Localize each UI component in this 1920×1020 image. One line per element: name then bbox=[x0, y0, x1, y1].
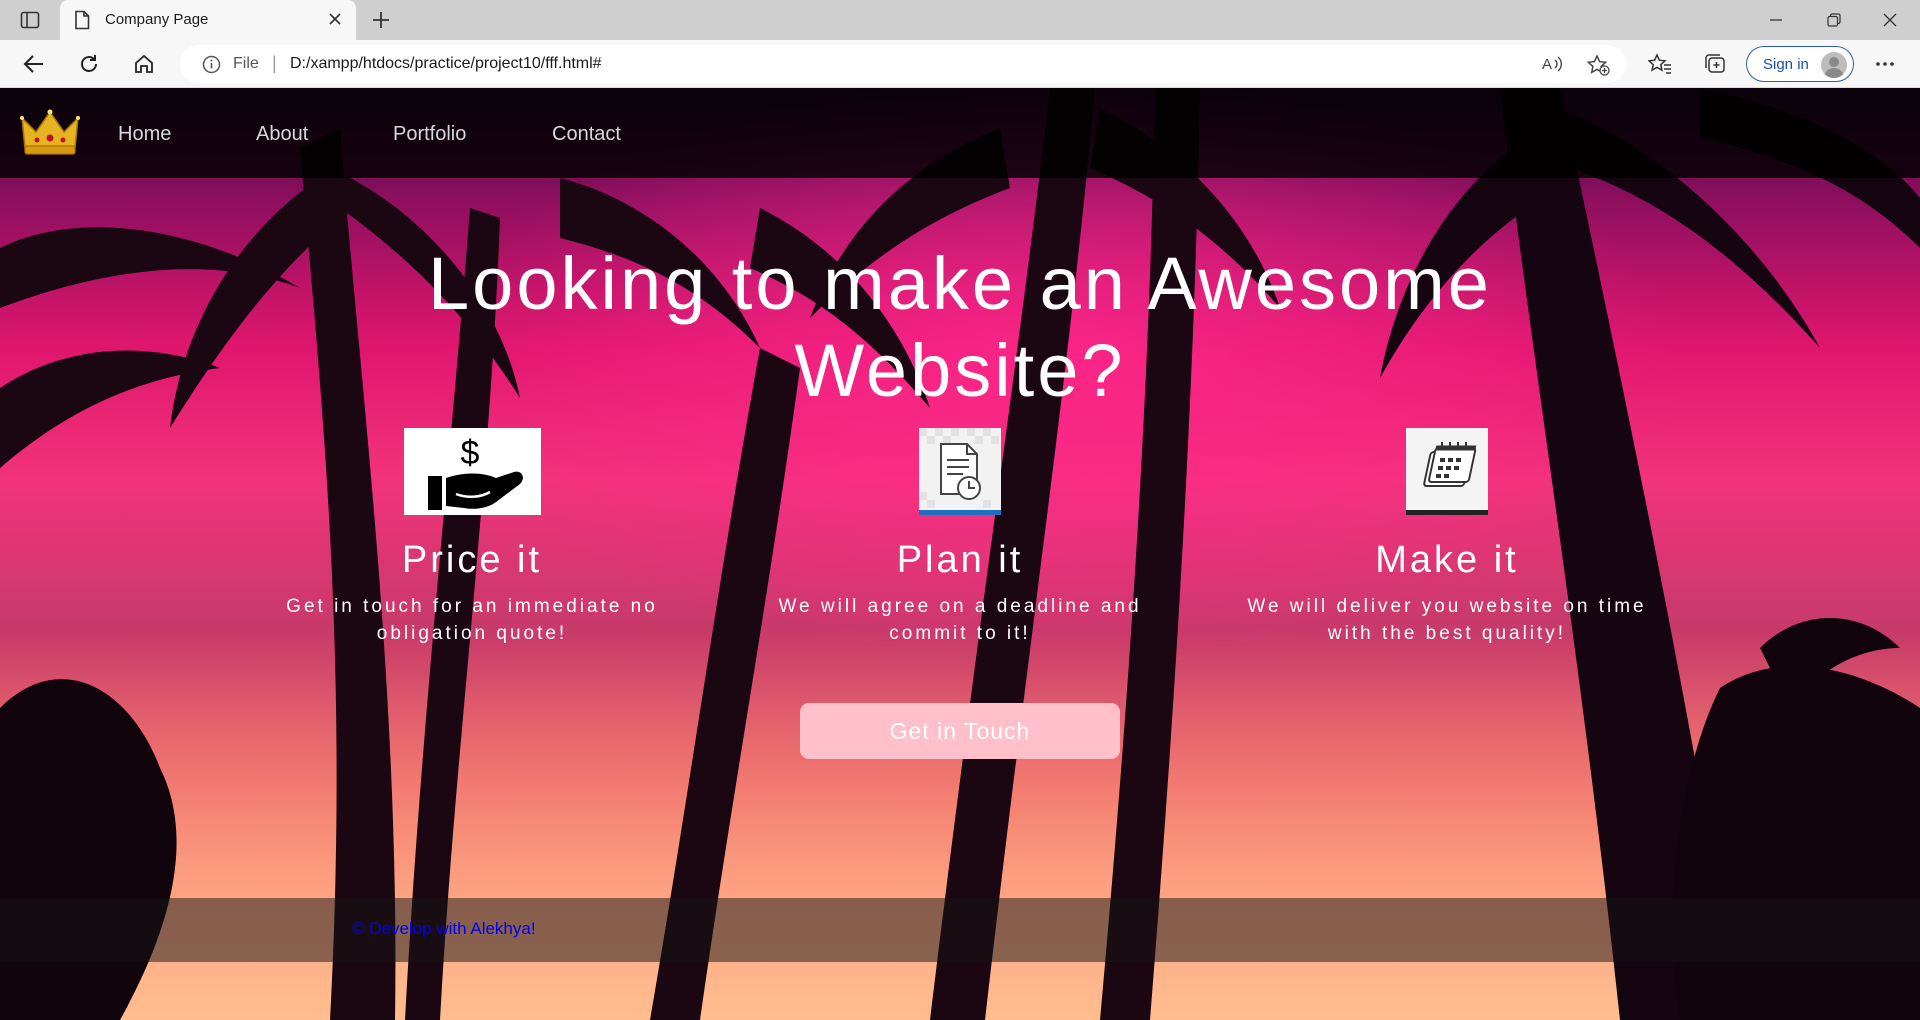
browser-tabstrip: Company Page bbox=[0, 0, 1920, 40]
address-separator: | bbox=[272, 53, 277, 73]
reload-icon bbox=[81, 55, 97, 72]
page-icon bbox=[74, 10, 90, 35]
close-tab-icon[interactable] bbox=[326, 10, 344, 33]
site-footer: © Develop with Alekhya! bbox=[0, 898, 1920, 962]
info-icon[interactable] bbox=[202, 55, 221, 79]
get-in-touch-button[interactable]: Get in Touch bbox=[800, 703, 1120, 759]
dollar-hand-icon: $ bbox=[403, 428, 541, 515]
more-button[interactable] bbox=[1868, 48, 1902, 80]
feature-title: Make it bbox=[1375, 539, 1519, 581]
nav-link-about[interactable]: About bbox=[256, 123, 308, 146]
hero-title-line-2: Website? bbox=[794, 329, 1126, 412]
page-viewport: Home About Portfolio Contact Looking to … bbox=[0, 88, 1920, 1020]
favorites-icon bbox=[1648, 53, 1671, 74]
restore-button[interactable] bbox=[1806, 0, 1862, 40]
hero-title: Looking to make an Awesome Website? bbox=[360, 240, 1560, 414]
feature-make: Make it We will deliver you website on t… bbox=[1247, 428, 1647, 647]
browser-tab-active[interactable]: Company Page bbox=[60, 0, 356, 40]
read-aloud-icon[interactable]: A bbox=[1542, 54, 1564, 79]
feature-price: $ Price it Get in touch for an immediate… bbox=[272, 428, 672, 647]
plus-icon bbox=[373, 12, 389, 28]
feature-description: We will agree on a deadline and commit t… bbox=[778, 596, 1142, 644]
feature-title: Plan it bbox=[896, 539, 1024, 581]
collections-icon bbox=[1705, 54, 1725, 73]
feature-title: Price it bbox=[401, 539, 543, 581]
home-icon bbox=[135, 54, 153, 73]
back-arrow-icon bbox=[23, 55, 43, 73]
add-favorite-icon[interactable] bbox=[1586, 54, 1610, 81]
tab-title: Company Page bbox=[105, 11, 209, 28]
close-icon bbox=[1883, 13, 1897, 27]
address-url[interactable]: D:/xampp/htdocs/practice/project10/fff.h… bbox=[290, 55, 602, 73]
tab-actions-icon bbox=[20, 11, 40, 29]
svg-text:$: $ bbox=[460, 434, 479, 472]
collections-button[interactable] bbox=[1698, 48, 1732, 80]
svg-text:A: A bbox=[1542, 56, 1552, 73]
feature-description: We will deliver you website on time with… bbox=[1247, 596, 1647, 644]
avatar bbox=[1821, 52, 1847, 78]
feature-description: Get in touch for an immediate no obligat… bbox=[286, 596, 658, 644]
minimize-button[interactable] bbox=[1748, 0, 1804, 40]
feature-plan: Plan it We will agree on a deadline and … bbox=[760, 428, 1160, 647]
sign-in-button[interactable]: Sign in bbox=[1746, 46, 1854, 82]
scheme-label: File bbox=[233, 55, 259, 72]
close-window-button[interactable] bbox=[1862, 0, 1918, 40]
crown-logo-icon[interactable] bbox=[20, 108, 80, 158]
nav-link-portfolio[interactable]: Portfolio bbox=[393, 123, 466, 146]
site-navbar: Home About Portfolio Contact bbox=[0, 88, 1920, 178]
restore-icon bbox=[1827, 13, 1841, 27]
home-button[interactable] bbox=[127, 48, 161, 80]
new-tab-button[interactable] bbox=[368, 8, 394, 32]
sign-in-label: Sign in bbox=[1763, 56, 1809, 73]
back-button[interactable] bbox=[17, 48, 51, 80]
reload-button[interactable] bbox=[72, 48, 106, 80]
tab-actions-button[interactable] bbox=[14, 7, 46, 33]
nav-link-contact[interactable]: Contact bbox=[552, 123, 621, 146]
address-bar[interactable]: File | D:/xampp/htdocs/practice/project1… bbox=[180, 45, 1626, 83]
more-dots-icon bbox=[1876, 62, 1894, 66]
calendar-icon bbox=[1406, 428, 1488, 515]
minimize-icon bbox=[1770, 19, 1782, 21]
favorites-button[interactable] bbox=[1643, 48, 1677, 80]
footer-copyright: © Develop with Alekhya! bbox=[352, 919, 536, 938]
browser-toolbar: File | D:/xampp/htdocs/practice/project1… bbox=[0, 40, 1920, 88]
nav-link-home[interactable]: Home bbox=[118, 123, 171, 146]
hero-title-line-1: Looking to make an Awesome bbox=[428, 242, 1492, 325]
document-clock-icon bbox=[919, 428, 1001, 515]
